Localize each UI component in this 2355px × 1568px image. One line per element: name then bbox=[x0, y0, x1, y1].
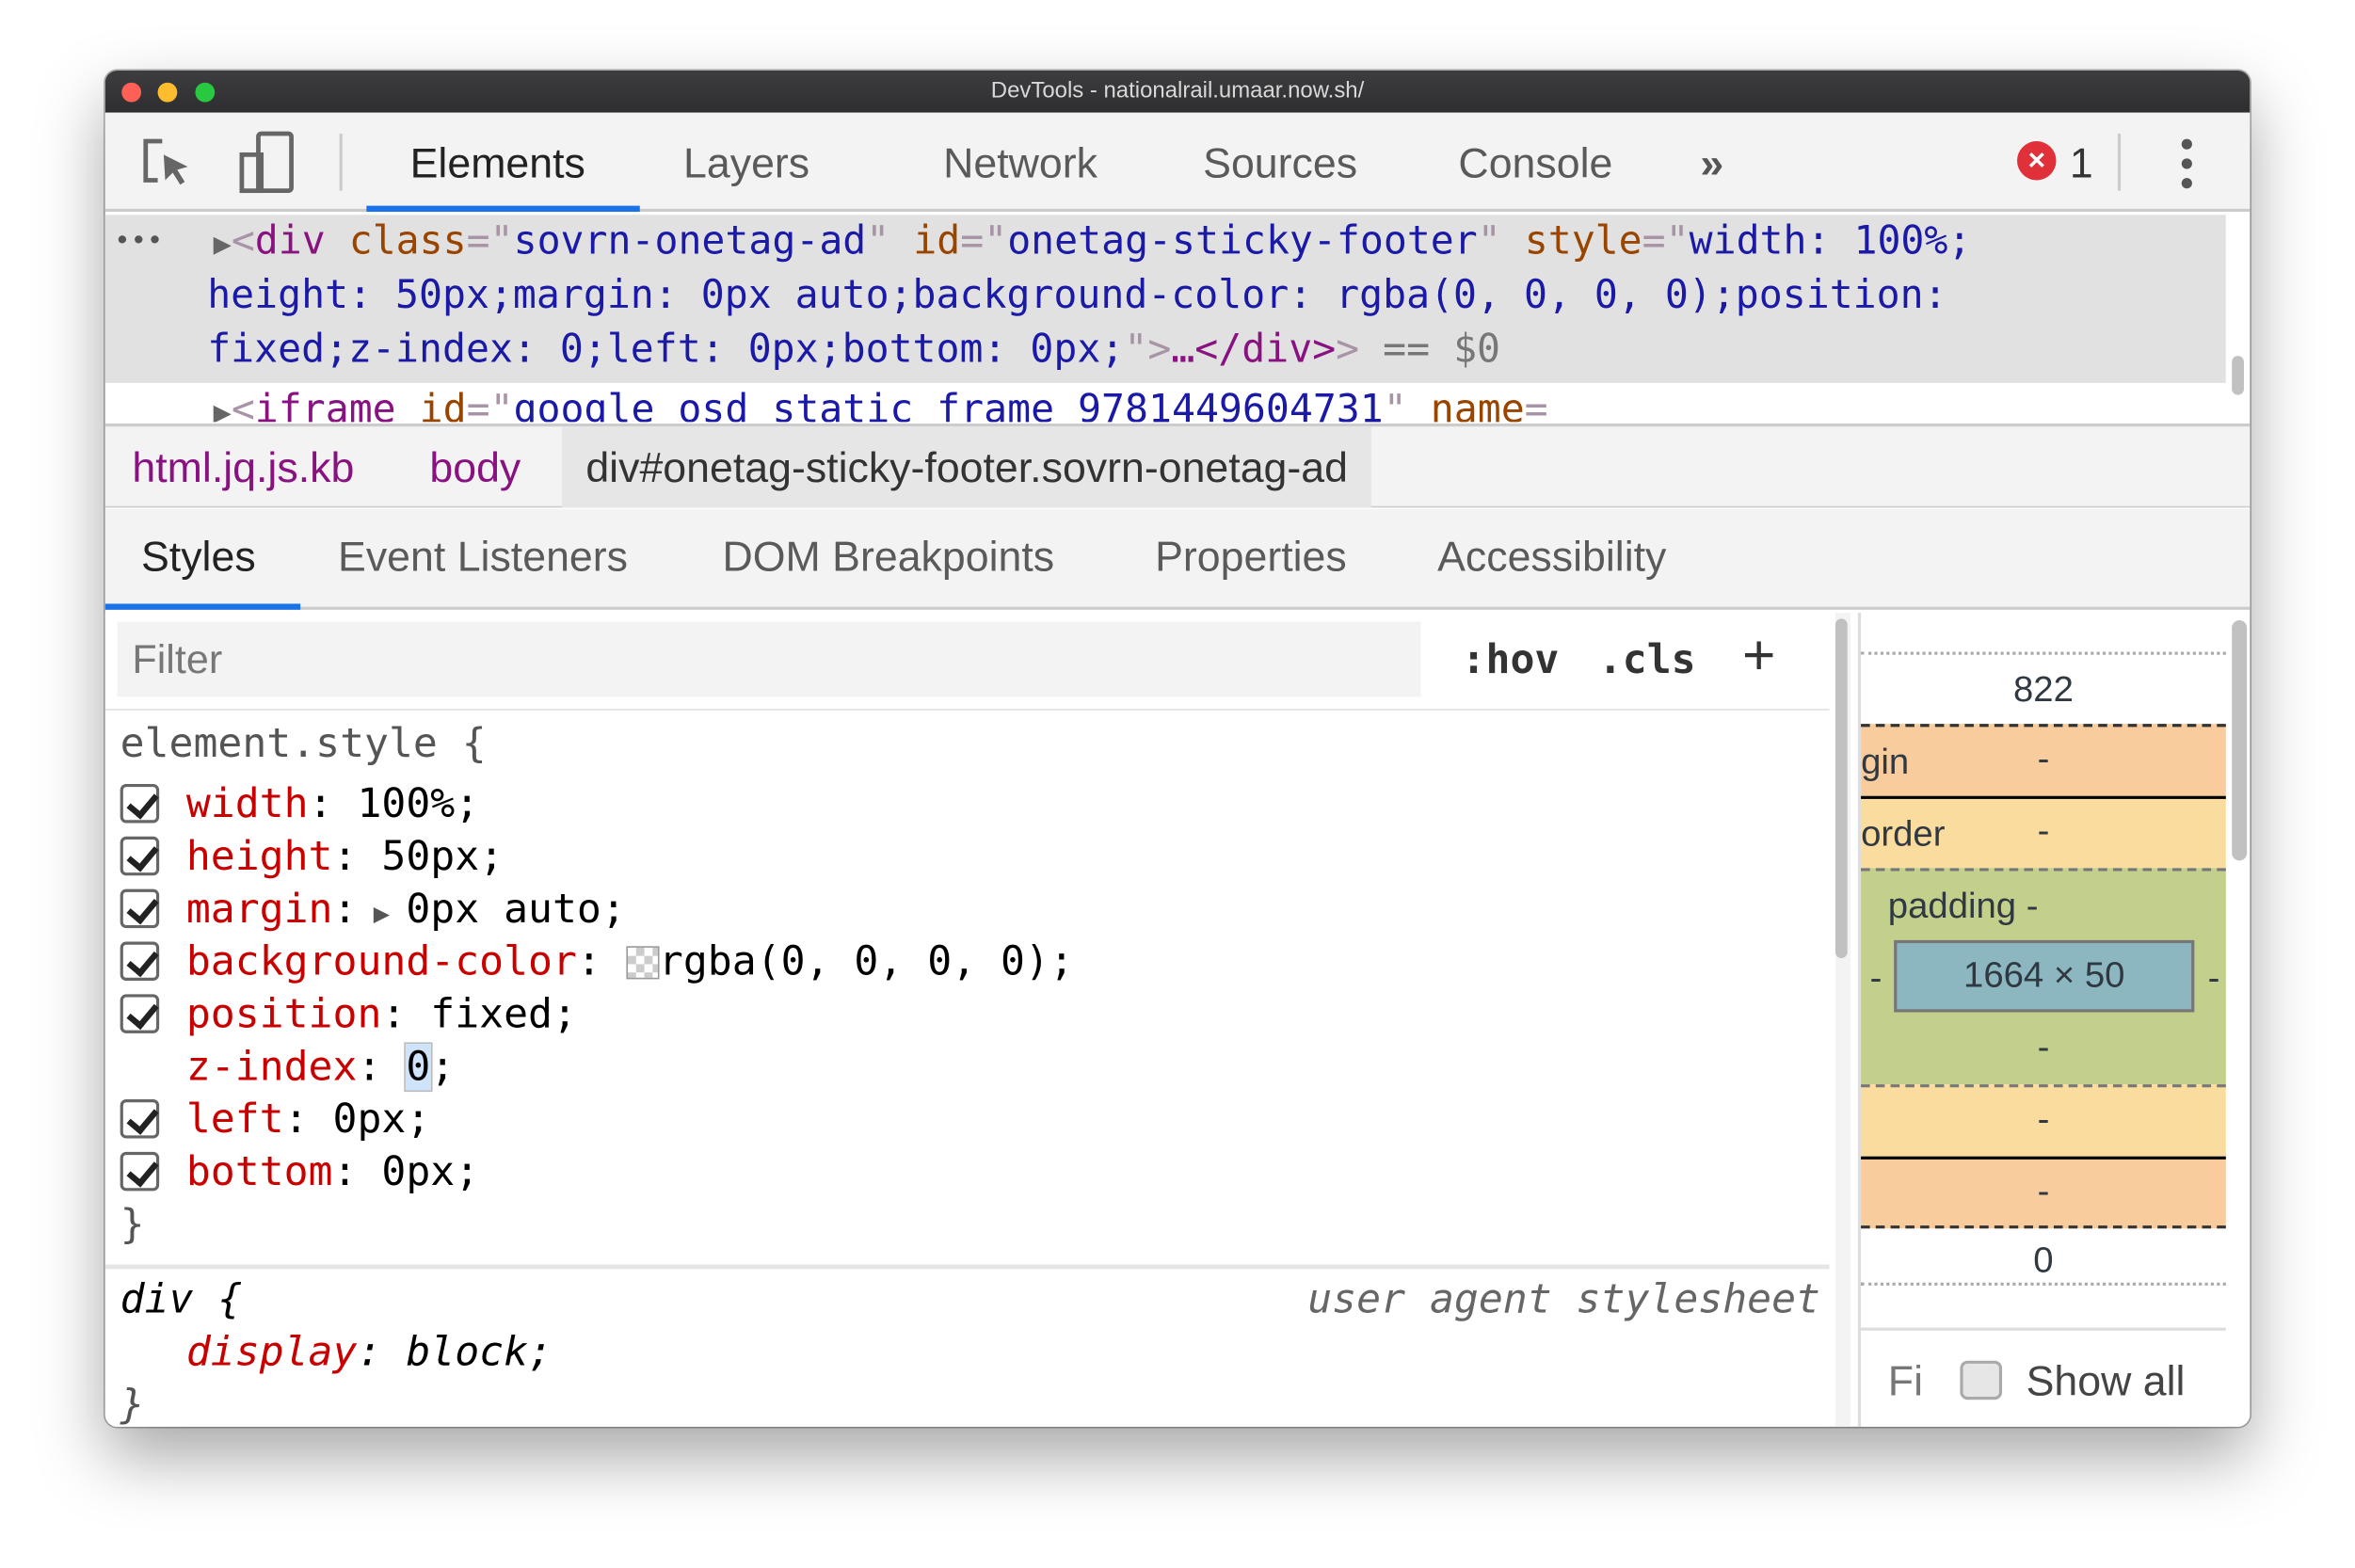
more-tabs-icon[interactable]: » bbox=[1700, 139, 1723, 187]
computed-scrollbar[interactable] bbox=[2232, 620, 2248, 861]
expand-triangle-icon[interactable]: ▶ bbox=[357, 898, 406, 930]
inspect-element-icon[interactable] bbox=[141, 136, 195, 190]
property-checkbox[interactable] bbox=[120, 888, 160, 929]
style-property-background-color[interactable]: background-color: rgba(0, 0, 0, 0); bbox=[120, 936, 1074, 988]
close-window-button[interactable] bbox=[121, 82, 141, 103]
show-all-checkbox[interactable] bbox=[1960, 1360, 2003, 1400]
tab-layers[interactable]: Layers bbox=[683, 139, 809, 187]
property-checkbox[interactable] bbox=[120, 994, 160, 1033]
tab-network[interactable]: Network bbox=[943, 139, 1097, 187]
breadcrumb: html.jq.js.kb body div#onetag-sticky-foo… bbox=[104, 423, 2251, 508]
border-top-value[interactable]: - bbox=[2038, 811, 2050, 852]
tab-accessibility[interactable]: Accessibility bbox=[1437, 533, 1666, 581]
position-top-value[interactable]: 822 bbox=[1861, 670, 2226, 712]
breadcrumb-div[interactable]: div#onetag-sticky-footer.sovrn-onetag-ad bbox=[561, 426, 1372, 508]
dom-tree: ••• ▶<div class="sovrn-onetag-ad" id="on… bbox=[104, 215, 2226, 423]
rule-close-brace: } bbox=[120, 1201, 145, 1249]
style-property-height[interactable]: height: 50px; bbox=[120, 830, 504, 883]
padding-right-value[interactable]: - bbox=[2208, 958, 2220, 1000]
error-icon[interactable]: × bbox=[2017, 140, 2057, 181]
computed-filter-input[interactable]: Fi bbox=[1888, 1358, 1923, 1406]
tab-event-listeners[interactable]: Event Listeners bbox=[338, 533, 628, 581]
position-bottom-value[interactable]: 0 bbox=[1861, 1240, 2226, 1283]
rule-selector: element.style { bbox=[120, 720, 487, 768]
minimize-window-button[interactable] bbox=[157, 82, 178, 103]
tab-properties[interactable]: Properties bbox=[1155, 533, 1347, 581]
devtools-window: DevTools - nationalrail.umaar.now.sh/ El… bbox=[104, 70, 2251, 1427]
more-options-icon[interactable] bbox=[2178, 136, 2196, 190]
style-property-left[interactable]: left: 0px; bbox=[120, 1094, 430, 1146]
active-tab-indicator bbox=[366, 205, 640, 212]
property-checkbox[interactable] bbox=[120, 1099, 160, 1139]
cls-button[interactable]: .cls bbox=[1598, 637, 1696, 683]
box-model: 822 gin - order - padding - - 1664 × 50 - … bbox=[1857, 613, 2226, 1427]
tab-sources[interactable]: Sources bbox=[1203, 139, 1357, 187]
ua-rule-selector: div { bbox=[120, 1276, 243, 1323]
device-toolbar-icon[interactable] bbox=[237, 131, 300, 194]
border-box: order - bbox=[1861, 795, 2226, 869]
property-checkbox[interactable] bbox=[120, 836, 160, 876]
title-bar: DevTools - nationalrail.umaar.now.sh/ bbox=[104, 70, 2251, 113]
tab-console[interactable]: Console bbox=[1458, 139, 1612, 187]
tab-styles[interactable]: Styles bbox=[141, 533, 256, 581]
styles-pane: Filter :hov .cls + element.style { width… bbox=[104, 613, 1830, 1427]
style-property-z-index[interactable]: z-index: 0; bbox=[186, 1041, 455, 1094]
active-subtab-indicator bbox=[104, 603, 301, 610]
padding-bottom-value[interactable]: - bbox=[1861, 1027, 2226, 1069]
padding-left-value[interactable]: - bbox=[1870, 958, 1882, 1000]
color-swatch[interactable] bbox=[625, 946, 659, 980]
z-index-value-editor[interactable]: 0 bbox=[404, 1042, 432, 1093]
style-property-width[interactable]: width: 100%; bbox=[120, 778, 479, 831]
sidebar-tabs: Styles Event Listeners DOM Breakpoints P… bbox=[104, 508, 2251, 610]
error-count[interactable]: 1 bbox=[2070, 139, 2093, 187]
styles-filter-input[interactable]: Filter bbox=[117, 621, 1421, 697]
breadcrumb-body[interactable]: body bbox=[429, 444, 521, 492]
property-checkbox[interactable] bbox=[120, 1151, 160, 1192]
main-toolbar: Elements Layers Network Sources Console … bbox=[104, 112, 2251, 212]
border-bottom-value[interactable]: - bbox=[1861, 1084, 2226, 1157]
property-checkbox[interactable] bbox=[120, 941, 160, 981]
breadcrumb-html[interactable]: html.jq.js.kb bbox=[132, 444, 354, 492]
margin-box: gin - bbox=[1861, 724, 2226, 796]
style-property-bottom[interactable]: bottom: 0px; bbox=[120, 1146, 479, 1199]
ua-property-display: display: block; bbox=[185, 1329, 553, 1376]
style-property-position[interactable]: position: fixed; bbox=[120, 988, 577, 1041]
style-property-margin[interactable]: margin: ▶ 0px auto; bbox=[120, 883, 626, 940]
user-agent-stylesheet-label: user agent stylesheet bbox=[1307, 1276, 1820, 1323]
margin-top-value[interactable]: - bbox=[2038, 739, 2050, 779]
styles-scrollbar-track bbox=[1834, 613, 1850, 1427]
tab-elements[interactable]: Elements bbox=[410, 139, 585, 187]
margin-bottom-value[interactable]: - bbox=[1861, 1156, 2226, 1229]
dom-node-iframe[interactable]: ▶<iframe id="google_osd_static_frame_978… bbox=[214, 383, 1548, 423]
tab-dom-breakpoints[interactable]: DOM Breakpoints bbox=[723, 533, 1055, 581]
show-all-label[interactable]: Show all bbox=[2027, 1358, 2186, 1406]
new-style-rule-icon[interactable]: + bbox=[1742, 625, 1775, 690]
window-title: DevTools - nationalrail.umaar.now.sh/ bbox=[990, 77, 1365, 104]
padding-box: padding - - 1664 × 50 - - bbox=[1861, 868, 2226, 1085]
ellipsis-icon[interactable]: ••• bbox=[114, 215, 163, 268]
dom-node-style-line3: fixed;z-index: 0;left: 0px;bottom: 0px;"… bbox=[207, 327, 1501, 373]
styles-scrollbar[interactable] bbox=[1834, 618, 1848, 959]
content-box[interactable]: 1664 × 50 bbox=[1894, 939, 2195, 1013]
maximize-window-button[interactable] bbox=[195, 82, 216, 103]
dom-node-div[interactable]: ▶<div class="sovrn-onetag-ad" id="onetag… bbox=[214, 215, 1972, 270]
dom-scrollbar[interactable] bbox=[2232, 356, 2244, 395]
property-checkbox[interactable] bbox=[120, 783, 160, 824]
ua-rule-close: } bbox=[120, 1382, 145, 1427]
hov-button[interactable]: :hov bbox=[1462, 637, 1560, 683]
dom-node-style-line2: height: 50px;margin: 0px auto;background… bbox=[207, 273, 1947, 319]
